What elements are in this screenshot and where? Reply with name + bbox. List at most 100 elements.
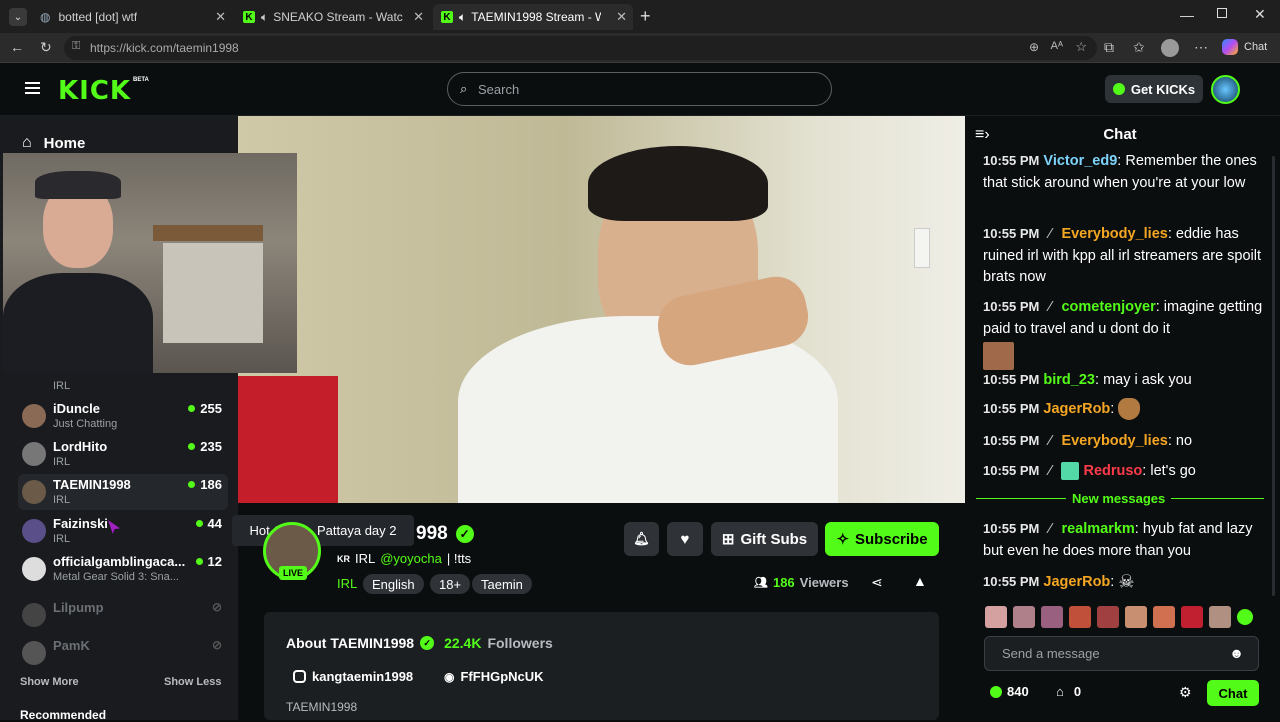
- category-link[interactable]: IRL: [337, 576, 357, 591]
- emote-icon[interactable]: [1013, 606, 1035, 628]
- chat-username[interactable]: Redruso: [1083, 463, 1142, 479]
- tab-botted[interactable]: ◍ botted [dot] wtf ✕: [32, 4, 232, 30]
- handle-link[interactable]: @yoyocha: [380, 551, 442, 566]
- stream-title-tooltip: Hot Guy's , Pattaya day 2: [232, 515, 414, 546]
- copilot-chat-button[interactable]: Chat: [1222, 39, 1267, 55]
- sidebar-channel-officialgamblingacademy[interactable]: officialgamblingaca... Metal Gear Solid …: [18, 551, 228, 587]
- back-arrow-icon[interactable]: ←: [10, 39, 24, 55]
- tag-english[interactable]: English: [363, 574, 424, 594]
- channel-title[interactable]: 998 ✓: [416, 523, 474, 545]
- sidebar-channel-partial[interactable]: IRL: [18, 373, 228, 393]
- emoji-icon[interactable]: ☻: [1229, 645, 1244, 661]
- emote-icon[interactable]: [1097, 606, 1119, 628]
- notification-bell-button[interactable]: 🔔︎: [624, 522, 659, 556]
- emote-icon[interactable]: [1209, 606, 1231, 628]
- close-icon[interactable]: ✕: [215, 9, 226, 25]
- reload-icon[interactable]: ↻: [40, 39, 52, 56]
- favorites-icon[interactable]: ✩: [1133, 39, 1145, 56]
- profile-avatar[interactable]: [1161, 39, 1179, 57]
- follow-heart-button[interactable]: ♥: [667, 522, 703, 556]
- url-field[interactable]: ⚿ https://kick.com/taemin1998 ⊕ Aᴬ ☆: [64, 36, 1097, 60]
- tag-taemin[interactable]: Taemin: [472, 574, 532, 594]
- chat-message: 10:55 PM ⁄ realmarkm: hyub fat and lazy …: [983, 521, 1253, 559]
- emote-icon[interactable]: [985, 606, 1007, 628]
- minimize-button[interactable]: —: [1180, 7, 1194, 23]
- emote-icon: [983, 342, 1014, 370]
- instagram-link[interactable]: kangtaemin1998: [293, 669, 413, 684]
- dog-emote-icon: [1118, 398, 1141, 421]
- share-icon[interactable]: ⋖: [871, 574, 883, 591]
- live-dot-icon: [195, 520, 203, 527]
- chat-username[interactable]: bird_23: [1043, 372, 1095, 388]
- send-chat-button[interactable]: Chat: [1207, 680, 1259, 706]
- zoom-icon[interactable]: ⊕: [1029, 40, 1039, 54]
- chat-username[interactable]: Victor_ed9: [1043, 153, 1117, 169]
- tab-list-dropdown-icon[interactable]: ⌄: [9, 8, 27, 26]
- more-menu-icon[interactable]: ⋯: [1194, 39, 1208, 56]
- sidebar-channel-taemin1998[interactable]: TAEMIN1998 IRL 186: [18, 474, 228, 510]
- extensions-icon[interactable]: ⧉: [1104, 39, 1114, 56]
- user-avatar[interactable]: [1211, 75, 1240, 104]
- chat-username[interactable]: Everybody_lies: [1061, 433, 1167, 449]
- chat-scrollbar[interactable]: [1272, 156, 1275, 596]
- video-player[interactable]: [238, 116, 965, 503]
- tab-title: SNEAKO Stream - Watch Live: [273, 10, 403, 24]
- copilot-icon: [1222, 39, 1238, 55]
- offline-icon: ⊘: [211, 638, 222, 652]
- chat-settings-icon[interactable]: ⚙: [1179, 684, 1192, 701]
- sidebar-channel-pamk[interactable]: PamK ⊘: [18, 635, 228, 671]
- store-button[interactable]: ⌂ 0: [1056, 684, 1081, 699]
- sidebar-item-home[interactable]: ⌂ Home: [22, 134, 85, 152]
- points-icon: [990, 685, 1002, 698]
- emote-icon[interactable]: [1041, 606, 1063, 628]
- favorite-star-icon[interactable]: ☆: [1075, 39, 1087, 55]
- emote-icon[interactable]: [1125, 606, 1147, 628]
- read-aloud-icon[interactable]: Aᴬ: [1051, 40, 1063, 52]
- live-dot-icon: [188, 443, 196, 450]
- discord-link[interactable]: ◉ FfFHGpNcUK: [444, 669, 544, 684]
- gift-badge-icon: [1061, 462, 1080, 481]
- tag-18plus[interactable]: 18+: [430, 574, 471, 594]
- speaker-icon[interactable]: 🔈︎: [459, 10, 466, 25]
- tab-sneako[interactable]: K 🔈︎ SNEAKO Stream - Watch Live ✕: [235, 4, 430, 30]
- chat-username[interactable]: JagerRob: [1043, 574, 1110, 590]
- emote-icon[interactable]: [1181, 606, 1203, 628]
- sidebar-channel-faizinski[interactable]: Faizinski IRL 44: [18, 513, 228, 549]
- tab-taemin[interactable]: K 🔈︎ TAEMIN1998 Stream - Watch ✕: [433, 4, 633, 30]
- tab-title: botted [dot] wtf: [58, 10, 138, 24]
- get-kicks-button[interactable]: Get KICKs: [1105, 75, 1203, 103]
- new-messages-divider[interactable]: New messages: [976, 490, 1264, 508]
- chat-message: 10:55 PM Victor_ed9: Remember the ones t…: [983, 153, 1257, 191]
- show-more-button[interactable]: Show More: [20, 676, 79, 688]
- maximize-button[interactable]: [1217, 8, 1227, 18]
- emote-icon[interactable]: [1069, 606, 1091, 628]
- close-icon[interactable]: ✕: [616, 9, 627, 25]
- close-window-button[interactable]: ✕: [1254, 6, 1266, 23]
- sidebar-channel-lordhito[interactable]: LordHito IRL 235: [18, 436, 228, 472]
- kick-points[interactable]: 840: [990, 684, 1029, 699]
- chat-username[interactable]: JagerRob: [1043, 401, 1110, 417]
- speaker-icon[interactable]: 🔈︎: [261, 10, 268, 25]
- chat-username[interactable]: cometenjoyer: [1061, 299, 1155, 315]
- facecam-shelf: [153, 225, 263, 241]
- emote-picker-icon[interactable]: [1237, 609, 1253, 625]
- chat-username[interactable]: realmarkm: [1061, 521, 1134, 537]
- new-tab-button[interactable]: +: [640, 6, 651, 27]
- emote-icon[interactable]: [1153, 606, 1175, 628]
- report-warning-icon[interactable]: ▲: [913, 573, 927, 589]
- close-icon[interactable]: ✕: [413, 9, 424, 25]
- viewer-count-display: 👥︎ 186 Viewers: [754, 575, 849, 590]
- kick-logo[interactable]: KICK: [58, 76, 131, 106]
- store-icon: ⌂: [1056, 684, 1064, 699]
- search-input[interactable]: ⌕ Search: [447, 72, 832, 106]
- show-less-button[interactable]: Show Less: [164, 676, 221, 688]
- chat-message-input[interactable]: Send a message ☻: [984, 636, 1259, 671]
- chat-username[interactable]: Everybody_lies: [1061, 226, 1167, 242]
- hamburger-menu-icon[interactable]: [25, 82, 40, 94]
- subscribe-button[interactable]: ✧ Subscribe: [825, 522, 939, 556]
- sidebar-channel-iduncle[interactable]: iDuncle Just Chatting 255: [18, 398, 228, 434]
- gift-subs-button[interactable]: ⊞ Gift Subs: [711, 522, 818, 556]
- site-info-icon[interactable]: ⚿: [72, 40, 80, 53]
- channel-name: LordHito: [53, 439, 108, 454]
- sidebar-channel-lilpump[interactable]: Lilpump ⊘: [18, 597, 228, 633]
